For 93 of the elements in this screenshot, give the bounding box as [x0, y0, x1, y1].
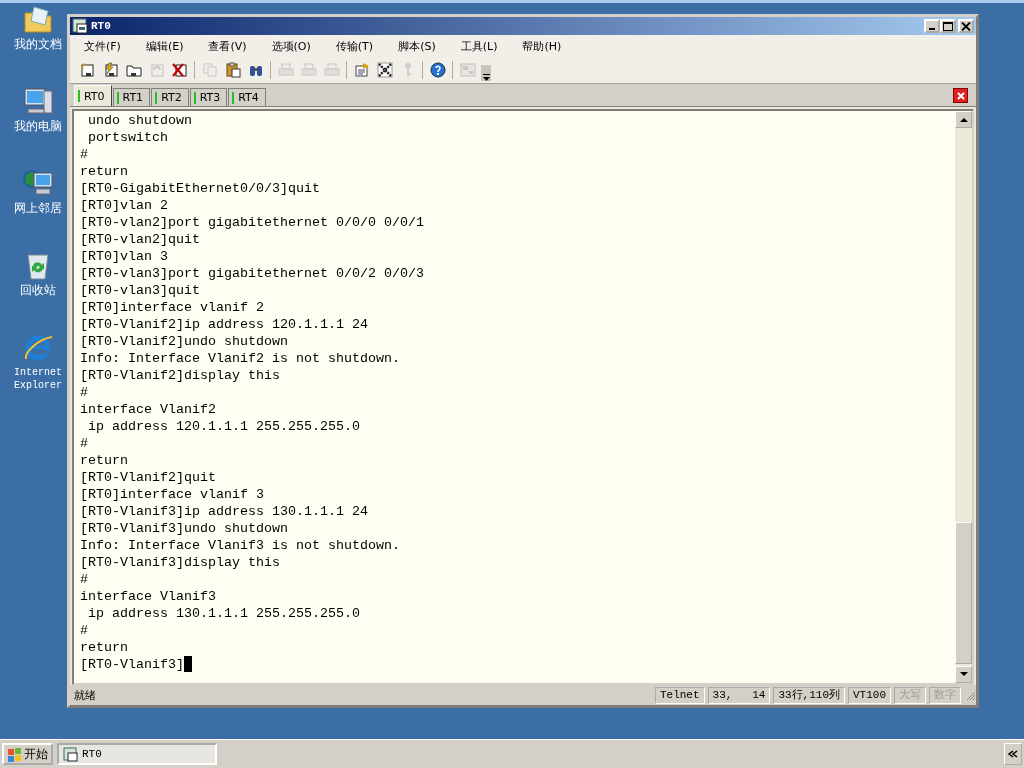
terminal-line: #	[80, 571, 88, 588]
status-pane: Telnet	[654, 686, 705, 704]
clipboard-icon	[224, 62, 241, 78]
minimize-button[interactable]	[924, 19, 940, 33]
window-title: RT0	[91, 20, 112, 32]
windows-flag-icon	[7, 746, 22, 762]
terminal-line: #	[80, 146, 88, 163]
desktop-icon-label[interactable]: 我的文档	[7, 38, 69, 51]
terminal-line: #	[80, 622, 88, 639]
terminal-line: [RT0-Vlanif2]display this	[80, 367, 280, 384]
properties-icon	[353, 62, 370, 78]
terminal-line: [RT0-Vlanif2]quit	[80, 469, 216, 486]
start-button[interactable]: 开始	[2, 743, 53, 765]
vertical-scrollbar[interactable]	[955, 111, 972, 683]
copy-icon	[201, 62, 218, 78]
terminal-line: [RT0-Vlanif3]	[80, 656, 184, 673]
status-pane: 33行,110列	[773, 686, 845, 704]
menu-item[interactable]: 编辑(E)	[139, 38, 190, 54]
terminal-line: ip address 130.1.1.1 255.255.255.0	[87, 605, 360, 622]
menu-item[interactable]: 传输(T)	[329, 38, 380, 54]
printer-icon	[300, 62, 317, 78]
terminal-window-icon	[63, 746, 78, 762]
terminal-line: [RT0]vlan 3	[80, 248, 168, 265]
terminal-line: [RT0-vlan3]port gigabitethernet 0/0/2 0/0/3	[80, 265, 424, 282]
terminal-line: [RT0-Vlanif3]undo shutdown	[80, 520, 288, 537]
folder-icon	[125, 62, 142, 78]
menu-item[interactable]: 工具(L)	[454, 38, 504, 54]
desktop-icon-label[interactable]: 回收站	[7, 284, 69, 297]
desktop-icon-label[interactable]: Internet Explorer	[7, 366, 69, 392]
session-tab[interactable]: RT1	[112, 88, 151, 106]
terminal-line: portswitch	[87, 129, 168, 146]
terminal-line: [RT0-Vlanif2]undo shutdown	[80, 333, 288, 350]
menu-item[interactable]: 帮助(H)	[516, 38, 568, 54]
terminal-line: Info: Interface Vlanif3 is not shutdown.	[80, 537, 400, 554]
menu-item[interactable]: 查看(V)	[202, 38, 253, 54]
terminal-line: return	[80, 639, 128, 656]
terminal-line: [RT0-vlan2]quit	[80, 231, 200, 248]
terminal-line: [RT0]interface vlanif 2	[80, 299, 264, 316]
close-icon	[955, 90, 966, 101]
lightning-document-icon	[102, 62, 119, 78]
close-icon	[961, 21, 971, 31]
printer-icon	[277, 62, 294, 78]
terminal-line: [RT0-GigabitEthernet0/0/3]quit	[80, 180, 320, 197]
reconnect-icon	[148, 62, 165, 78]
new-session-icon	[79, 62, 96, 78]
close-tab-button[interactable]	[953, 88, 968, 103]
keymap-icon	[459, 62, 476, 78]
session-tab[interactable]: RT0	[74, 85, 112, 106]
terminal-line: interface Vlanif3	[80, 588, 216, 605]
terminal-line: interface Vlanif2	[80, 401, 216, 418]
terminal-line: Info: Interface Vlanif2 is not shutdown.	[80, 350, 400, 367]
disconnect-icon	[171, 62, 188, 78]
folder-icon	[22, 3, 54, 35]
maximize-button[interactable]	[940, 19, 956, 33]
terminal-line: return	[80, 163, 128, 180]
session-tab[interactable]: RT2	[151, 88, 189, 106]
terminal-line: #	[80, 435, 88, 452]
close-button[interactable]	[958, 19, 974, 33]
terminal-line: undo shutdown	[87, 112, 192, 129]
taskbar-button[interactable]: RT0	[57, 743, 217, 765]
computer-icon	[22, 85, 54, 117]
terminal-line: [RT0]interface vlanif 3	[80, 486, 264, 503]
maximize-icon	[943, 21, 953, 31]
printer-icon	[323, 62, 340, 78]
session-tab[interactable]: RT4	[228, 88, 266, 106]
minimize-icon	[929, 28, 935, 30]
desktop-icon-label[interactable]: 网上邻居	[7, 202, 69, 215]
menu-item[interactable]: 脚本(S)	[392, 38, 442, 54]
terminal-line: [RT0-Vlanif3]display this	[80, 554, 280, 571]
terminal-line: return	[80, 452, 128, 469]
terminal-line: #	[80, 384, 88, 401]
session-tab[interactable]: RT3	[189, 88, 228, 106]
desktop-icon-label[interactable]: 我的电脑	[7, 120, 69, 133]
double-chevron-icon	[1008, 750, 1018, 758]
resize-grip-icon	[964, 689, 976, 701]
scrollbar-thumb[interactable]	[955, 522, 972, 664]
terminal-line: [RT0-Vlanif3]ip address 130.1.1.1 24	[80, 503, 368, 520]
terminal-window-icon	[72, 18, 88, 34]
dropdown-arrow-icon	[482, 74, 490, 81]
terminal-line: [RT0-vlan2]port gigabitethernet 0/0/0 0/0/1	[80, 214, 424, 231]
toolbar-overflow-button[interactable]	[481, 65, 491, 81]
terminal-line: [RT0-vlan3]quit	[80, 282, 200, 299]
terminal-line: [RT0]vlan 2	[80, 197, 168, 214]
terminal-line: [RT0-Vlanif2]ip address 120.1.1.1 24	[80, 316, 368, 333]
status-message: 就绪	[74, 687, 97, 703]
status-pane: 数字	[929, 686, 961, 704]
show-hidden-icons-button[interactable]	[1004, 743, 1022, 765]
menu-item[interactable]: 文件(F)	[78, 38, 127, 54]
help-icon	[429, 62, 446, 78]
status-pane: 33, 14	[707, 686, 771, 704]
status-pane: VT100	[848, 686, 891, 704]
terminal-line: ip address 120.1.1.1 255.255.255.0	[87, 418, 360, 435]
menu-item[interactable]: 选项(O)	[265, 38, 317, 54]
